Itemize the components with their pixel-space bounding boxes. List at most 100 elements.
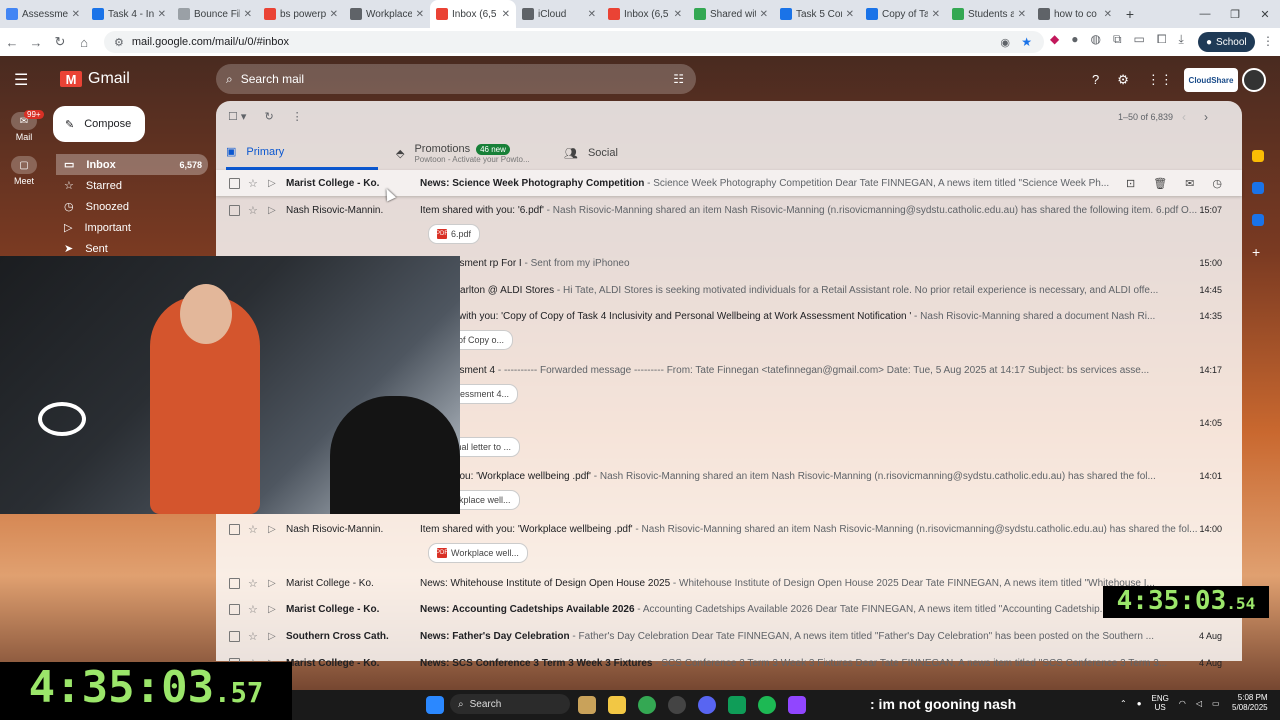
minimize-icon[interactable]: — [1190, 0, 1220, 28]
search-bar[interactable]: ⌕ Search mail ☷ [216, 64, 696, 94]
start-icon[interactable] [426, 696, 444, 714]
close-tab-icon[interactable]: ✕ [158, 9, 166, 20]
search-icon[interactable]: ⌕ [226, 72, 233, 87]
file-explorer-icon[interactable] [608, 696, 626, 714]
extension-icon[interactable]: ◍ [1090, 32, 1100, 47]
email-row[interactable]: ☆ ▷ Marist College - Ko. News: Accounting C… [216, 596, 1242, 622]
sidebar-item-important[interactable]: ▷ Important [56, 217, 208, 238]
settings-gear-icon[interactable]: ⚙ [1117, 72, 1129, 88]
extension-icon[interactable]: ◆ [1050, 32, 1059, 47]
browser-tab[interactable]: Students a ✕ [946, 0, 1032, 28]
browser-tab[interactable]: Assessme ✕ [0, 0, 86, 28]
row-checkbox[interactable] [229, 603, 240, 615]
app-icon[interactable] [668, 696, 686, 714]
bookmark-star-icon[interactable]: ★ [1021, 35, 1032, 49]
close-tab-icon[interactable]: ✕ [932, 9, 940, 20]
importance-icon[interactable]: ▷ [268, 604, 276, 615]
attachment-chip[interactable]: PDF Workplace well... [428, 543, 528, 563]
search-options-icon[interactable]: ☷ [673, 72, 684, 86]
chrome-icon[interactable] [638, 696, 656, 714]
mic-icon[interactable]: ● [1137, 699, 1142, 708]
new-tab-icon[interactable]: + [1118, 6, 1142, 22]
keep-icon[interactable] [1252, 150, 1264, 162]
forward-icon[interactable]: → [24, 35, 48, 50]
close-tab-icon[interactable]: ✕ [502, 9, 510, 20]
browser-tab[interactable]: bs powerp ✕ [258, 0, 344, 28]
twitch-icon[interactable] [788, 696, 806, 714]
sidebar-item-starred[interactable]: ☆ Starred [56, 175, 208, 196]
prev-page-icon[interactable]: ‹ [1182, 110, 1186, 124]
sidepanel-icon[interactable]: ▭ [1134, 32, 1145, 47]
site-info-icon[interactable]: ⚙ [114, 36, 124, 49]
meet-rail-icon[interactable]: ▢ [11, 156, 37, 174]
close-window-icon[interactable]: ✕ [1250, 0, 1280, 28]
sidebar-item-snoozed[interactable]: ◷ Snoozed [56, 196, 208, 217]
address-bar[interactable]: ⚙ mail.google.com/mail/u/0/#inbox ◉ ★ [104, 31, 1044, 53]
back-icon[interactable]: ← [0, 35, 24, 50]
home-icon[interactable]: ⌂ [72, 35, 96, 50]
compose-button[interactable]: ✎ Compose [53, 106, 145, 142]
tab-primary[interactable]: ▣ Primary [226, 136, 378, 170]
star-icon[interactable]: ☆ [248, 630, 258, 643]
language-indicator[interactable]: ENG US [1152, 694, 1169, 712]
refresh-icon[interactable]: ↻ [264, 110, 273, 123]
row-checkbox[interactable] [229, 204, 240, 216]
reload-icon[interactable]: ↻ [48, 34, 72, 50]
row-checkbox[interactable] [229, 523, 240, 535]
importance-icon[interactable]: ▷ [268, 205, 276, 216]
taskview-icon[interactable] [578, 696, 596, 714]
close-tab-icon[interactable]: ✕ [1104, 9, 1112, 20]
drive-icon[interactable] [728, 696, 746, 714]
sidebar-item-inbox[interactable]: ▭ Inbox 6,578 [56, 154, 208, 175]
snooze-icon[interactable]: ◷ [1212, 177, 1222, 190]
attachment-chip[interactable]: PDF 6.pdf [428, 224, 481, 244]
tray-overflow-icon[interactable]: ⌃ [1120, 699, 1127, 708]
battery-icon[interactable]: ▭ [1212, 699, 1220, 708]
profile-button[interactable]: ● School [1198, 32, 1255, 52]
more-options-icon[interactable]: ⋮ [292, 110, 303, 123]
close-tab-icon[interactable]: ✕ [674, 9, 682, 20]
star-icon[interactable]: ☆ [248, 177, 258, 190]
browser-tab[interactable]: Copy of Ta ✕ [860, 0, 946, 28]
browser-tab[interactable]: Inbox (6,5 ✕ [430, 0, 516, 28]
close-tab-icon[interactable]: ✕ [244, 9, 252, 20]
delete-icon[interactable]: 🗑︎ [1153, 177, 1167, 190]
email-row[interactable]: ☆ ▷ Southern Cross Cath. News: Father's Day… [216, 623, 1242, 649]
volume-icon[interactable]: ◁ [1196, 699, 1202, 708]
extension-icon[interactable]: ● [1071, 32, 1078, 47]
email-row[interactable]: ☆ ▷ Marist College - Ko. News: Whitehouse I… [216, 570, 1242, 596]
mark-read-icon[interactable]: ✉ [1185, 177, 1194, 190]
row-checkbox[interactable] [229, 177, 240, 189]
eye-icon[interactable]: ◉ [1000, 36, 1010, 49]
archive-icon[interactable]: ⊡ [1126, 177, 1135, 190]
browser-tab[interactable]: how to co ✕ [1032, 0, 1118, 28]
discord-icon[interactable] [698, 696, 716, 714]
close-tab-icon[interactable]: ✕ [72, 9, 80, 20]
importance-icon[interactable]: ▷ [268, 524, 276, 535]
spotify-icon[interactable] [758, 696, 776, 714]
main-menu-icon[interactable]: ☰ [14, 70, 28, 90]
browser-tab[interactable]: Task 4 - In ✕ [86, 0, 172, 28]
gmail-logo[interactable]: M Gmail [60, 70, 130, 88]
email-row[interactable]: ☆ ▷ Nash Risovic-Mannin. Item shared with y… [216, 516, 1242, 542]
browser-tab[interactable]: Task 5 Con ✕ [774, 0, 860, 28]
star-icon[interactable]: ☆ [248, 603, 258, 616]
close-tab-icon[interactable]: ✕ [846, 9, 854, 20]
help-icon[interactable]: ? [1092, 72, 1099, 88]
download-icon[interactable]: ⤓ [1179, 32, 1184, 47]
split-icon[interactable]: ⧠ [1157, 32, 1167, 47]
taskbar-clock[interactable]: 5:08 PM 5/08/2025 [1232, 693, 1268, 713]
close-tab-icon[interactable]: ✕ [416, 9, 424, 20]
row-checkbox[interactable] [229, 630, 240, 642]
star-icon[interactable]: ☆ [248, 204, 258, 217]
add-addon-icon[interactable]: + [1252, 245, 1264, 259]
email-row[interactable]: ☆ ▷ Marist College - Ko. News: Science Week… [216, 170, 1242, 196]
tab-social[interactable]: 👥︎ Social [564, 136, 618, 170]
close-tab-icon[interactable]: ✕ [588, 9, 596, 20]
account-avatar[interactable] [1242, 68, 1266, 92]
select-all-checkbox[interactable]: ☐ ▾ [228, 110, 246, 123]
close-tab-icon[interactable]: ✕ [330, 9, 338, 20]
row-checkbox[interactable] [229, 577, 240, 589]
email-row[interactable]: ☆▷Marist College - Ko.News: SCS Conferen… [216, 650, 1242, 676]
browser-tab[interactable]: Inbox (6,5 ✕ [602, 0, 688, 28]
